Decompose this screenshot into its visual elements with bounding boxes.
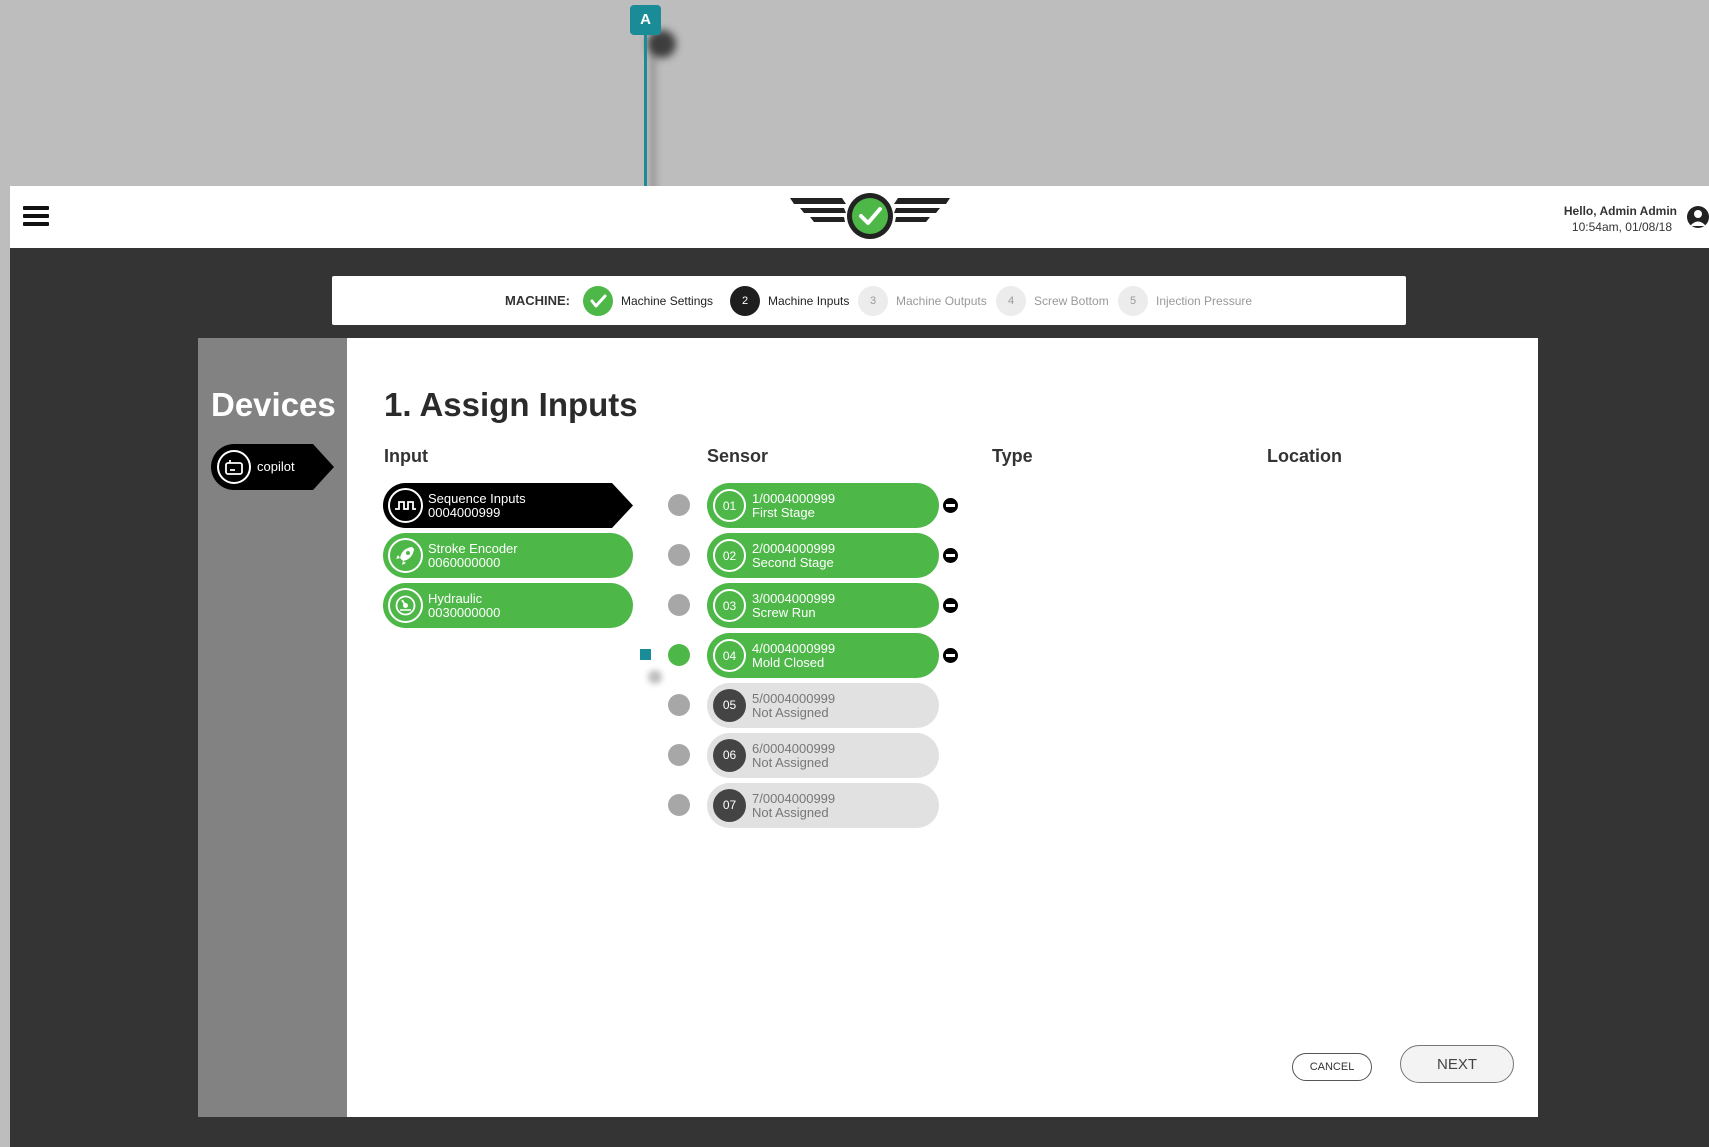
sensor-label: Screw Run xyxy=(752,605,816,620)
input-serial: 0060000000 xyxy=(428,555,501,570)
next-button[interactable]: NEXT xyxy=(1400,1045,1514,1083)
step-label: Injection Pressure xyxy=(1156,294,1253,308)
sensor-id: 7/0004000999 xyxy=(752,791,836,806)
stepper-label: MACHINE: xyxy=(505,293,570,308)
input-serial: 0030000000 xyxy=(428,605,501,620)
sensor-label: First Stage xyxy=(752,505,815,520)
sensor-label: Second Stage xyxy=(752,555,834,570)
assign-inputs-panel: 1. Assign Inputs Input Sensor Type Locat… xyxy=(347,338,1538,1117)
device-tab-copilot[interactable]: copilot xyxy=(211,444,334,490)
column-header-type: Type xyxy=(992,446,1033,466)
input-item-stroke-encoder[interactable]: Stroke Encoder 0060000000 xyxy=(383,533,633,578)
callout-endpoint-marker xyxy=(640,649,651,660)
column-header-location: Location xyxy=(1267,446,1342,466)
remove-sensor-icon[interactable] xyxy=(943,648,958,663)
step-number: 2 xyxy=(730,286,760,316)
sensor-id: 5/0004000999 xyxy=(752,691,836,706)
input-serial: 0004000999 xyxy=(428,505,501,520)
user-greeting: Hello, Admin Admin xyxy=(1563,204,1677,218)
sensor-id: 6/0004000999 xyxy=(752,741,836,756)
sensor-item-06[interactable]: 06 6/0004000999 Not Assigned xyxy=(707,733,939,778)
sensor-label: Mold Closed xyxy=(752,655,825,670)
sensor-label: Not Assigned xyxy=(752,705,829,720)
column-header-input: Input xyxy=(384,446,428,466)
devices-panel: Devices copilot xyxy=(198,338,347,1117)
column-header-sensor: Sensor xyxy=(707,446,769,466)
sensor-connector[interactable] xyxy=(668,594,690,616)
remove-sensor-icon[interactable] xyxy=(943,498,958,513)
sensor-number: 02 xyxy=(713,539,746,572)
page-title: 1. Assign Inputs xyxy=(384,386,638,423)
sensor-item-04[interactable]: 04 4/0004000999 Mold Closed xyxy=(707,633,939,678)
callout-endpoint-shadow xyxy=(648,670,662,684)
sensor-item-02[interactable]: 02 2/0004000999 Second Stage xyxy=(707,533,939,578)
sensor-number: 01 xyxy=(713,489,746,522)
device-module-icon xyxy=(217,450,251,484)
pressure-gauge-icon xyxy=(388,588,423,623)
sensor-item-07[interactable]: 07 7/0004000999 Not Assigned xyxy=(707,783,939,828)
step-label: Machine Inputs xyxy=(768,294,850,308)
wizard-stepper: MACHINE: Machine Settings 2 Machine Inpu… xyxy=(332,276,1406,325)
callout-badge: A xyxy=(630,5,661,35)
check-icon xyxy=(583,286,613,316)
input-name: Stroke Encoder xyxy=(428,541,518,556)
step-machine-settings[interactable]: Machine Settings xyxy=(583,286,713,316)
device-label: copilot xyxy=(257,459,295,474)
sensor-label: Not Assigned xyxy=(752,755,829,770)
step-machine-outputs[interactable]: 3 Machine Outputs xyxy=(858,286,987,316)
sensor-item-05[interactable]: 05 5/0004000999 Not Assigned xyxy=(707,683,939,728)
devices-title: Devices xyxy=(211,386,336,423)
sensor-connector[interactable] xyxy=(668,494,690,516)
step-screw-bottom[interactable]: 4 Screw Bottom xyxy=(996,286,1109,316)
sensor-connector[interactable] xyxy=(668,794,690,816)
step-number: 4 xyxy=(996,286,1026,316)
sensor-connector[interactable] xyxy=(668,544,690,566)
sensor-id: 4/0004000999 xyxy=(752,641,836,656)
cancel-button[interactable]: CANCEL xyxy=(1292,1053,1372,1081)
sensor-number: 03 xyxy=(713,589,746,622)
step-machine-inputs[interactable]: 2 Machine Inputs xyxy=(730,286,849,316)
sensor-connector[interactable] xyxy=(668,694,690,716)
input-item-sequence-inputs[interactable]: Sequence Inputs 0004000999 xyxy=(383,483,633,528)
step-injection-pressure[interactable]: 5 Injection Pressure xyxy=(1118,286,1252,316)
sensor-number: 07 xyxy=(713,789,746,822)
sensor-number: 06 xyxy=(713,739,746,772)
sensor-number: 05 xyxy=(713,689,746,722)
step-number: 5 xyxy=(1118,286,1148,316)
remove-sensor-icon[interactable] xyxy=(943,598,958,613)
winged-checkmark-logo xyxy=(790,193,950,239)
sensor-item-01[interactable]: 01 1/0004000999 First Stage xyxy=(707,483,939,528)
sensor-number: 04 xyxy=(713,639,746,672)
rocket-icon xyxy=(388,538,423,573)
sensor-item-03[interactable]: 03 3/0004000999 Screw Run xyxy=(707,583,939,628)
top-bar: Hello, Admin Admin 10:54am, 01/08/18 xyxy=(10,186,1709,248)
input-name: Hydraulic xyxy=(428,591,483,606)
sensor-id: 2/0004000999 xyxy=(752,541,836,556)
sensor-connector[interactable] xyxy=(668,744,690,766)
sensor-connector-active[interactable] xyxy=(668,644,690,666)
input-name: Sequence Inputs xyxy=(428,491,526,506)
sensor-id: 3/0004000999 xyxy=(752,591,836,606)
input-item-hydraulic[interactable]: Hydraulic 0030000000 xyxy=(383,583,633,628)
step-label: Machine Settings xyxy=(621,294,714,308)
step-number: 3 xyxy=(858,286,888,316)
user-account-icon[interactable] xyxy=(1687,206,1709,228)
sensor-id: 1/0004000999 xyxy=(752,491,836,506)
remove-sensor-icon[interactable] xyxy=(943,548,958,563)
sensor-label: Not Assigned xyxy=(752,805,829,820)
square-wave-icon xyxy=(388,488,423,523)
step-label: Machine Outputs xyxy=(896,294,987,308)
hamburger-menu-icon[interactable] xyxy=(23,204,49,228)
step-label: Screw Bottom xyxy=(1034,294,1109,308)
app-window: Hello, Admin Admin 10:54am, 01/08/18 MAC… xyxy=(10,186,1709,1147)
header-datetime: 10:54am, 01/08/18 xyxy=(1571,220,1672,234)
